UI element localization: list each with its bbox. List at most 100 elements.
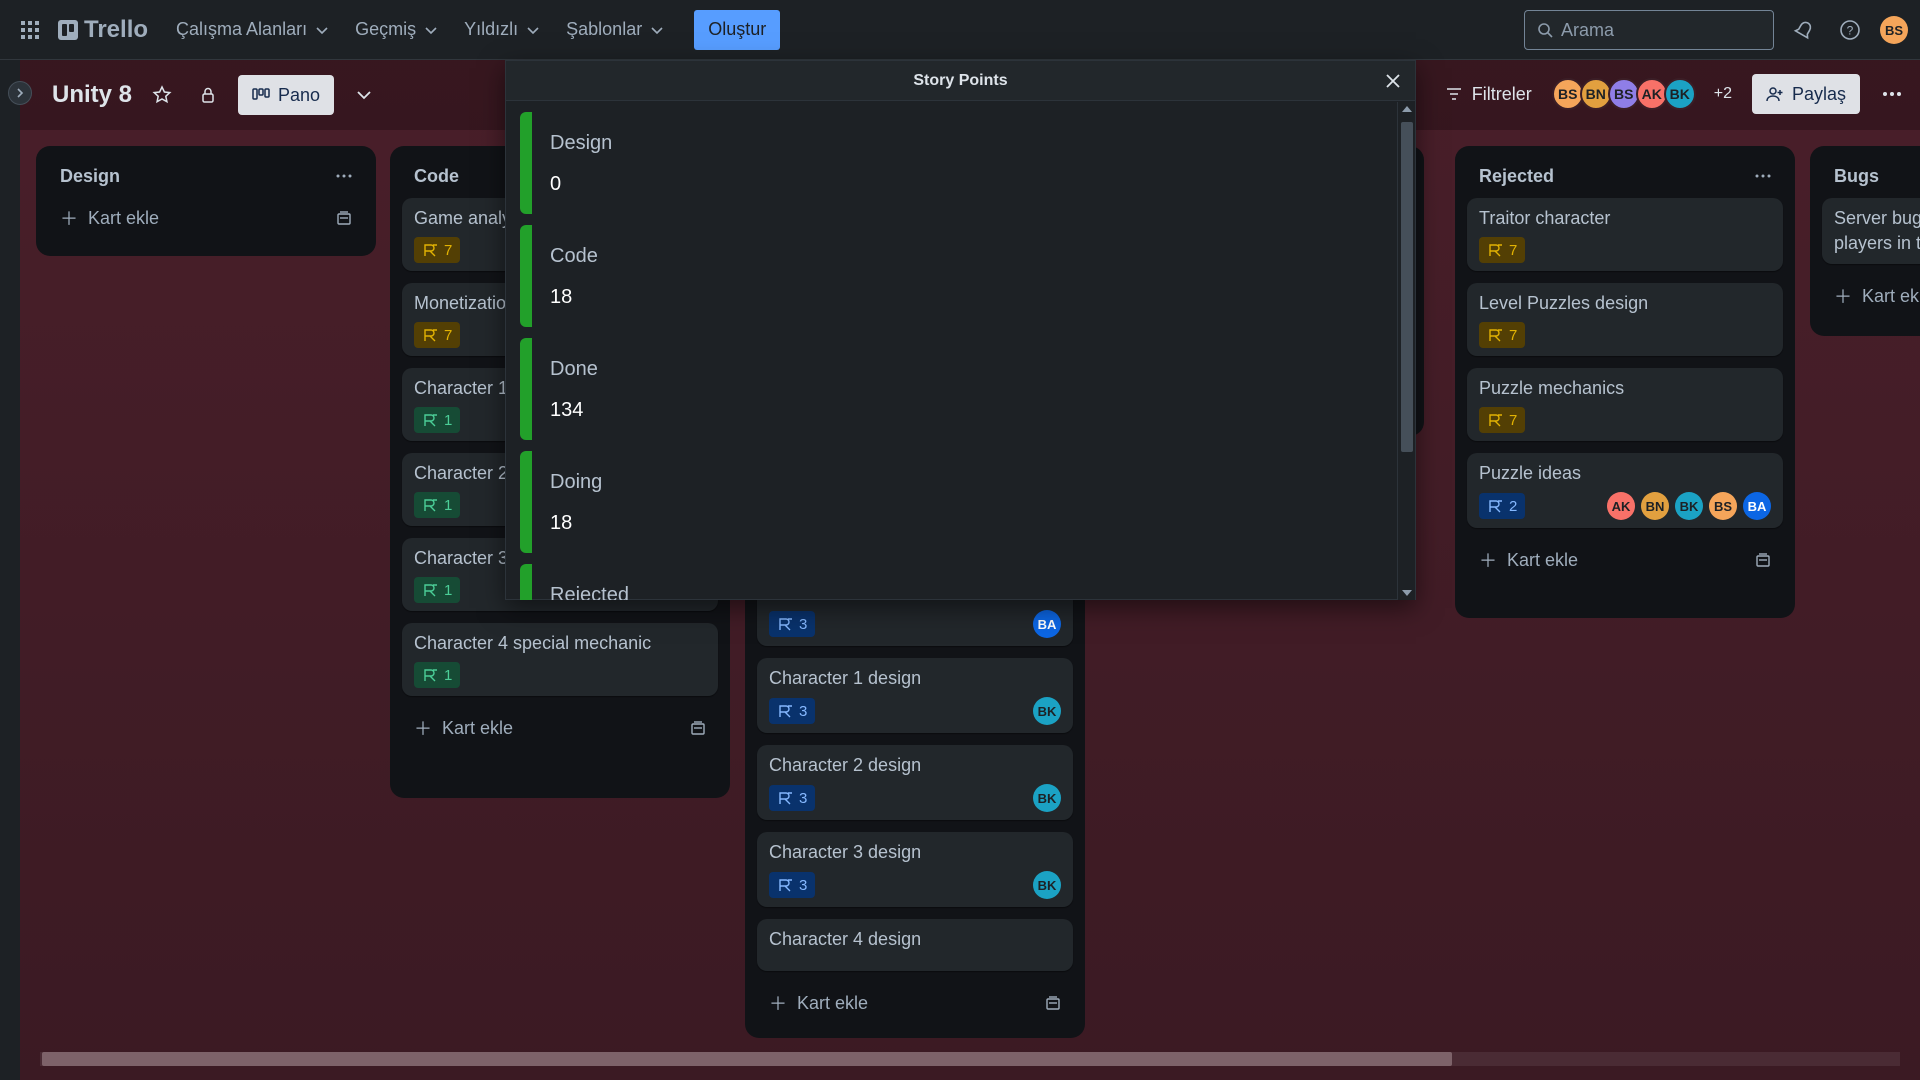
- card-title-line-2: players in t: [1834, 233, 1920, 253]
- board-view-button[interactable]: Pano: [238, 75, 335, 115]
- expand-sidebar-button[interactable]: [8, 81, 32, 105]
- story-points-icon: [779, 879, 792, 892]
- create-button[interactable]: Oluştur: [694, 9, 781, 50]
- apps-grid-icon[interactable]: [12, 12, 48, 48]
- plus-icon: ＋: [414, 719, 432, 739]
- menu-starred[interactable]: Yıldızlı: [454, 10, 550, 50]
- story-points-icon: [424, 329, 437, 342]
- card-member-avatar[interactable]: BK: [1675, 492, 1703, 520]
- card[interactable]: Level Puzzles design 7: [1467, 283, 1783, 356]
- card[interactable]: Character 3 design 3 BK: [757, 832, 1073, 907]
- card-member-avatar[interactable]: BK: [1033, 784, 1061, 812]
- member-avatar[interactable]: BS: [1607, 78, 1640, 110]
- card-member-avatar[interactable]: BK: [1033, 871, 1061, 899]
- card-title: Level Puzzles design: [1479, 293, 1649, 313]
- trello-logo[interactable]: Trello: [58, 16, 148, 44]
- points-value: 3: [799, 789, 808, 807]
- points-value: 1: [444, 581, 453, 599]
- scrollbar-thumb[interactable]: [1401, 122, 1413, 452]
- story-points-badge: 3: [769, 611, 816, 637]
- notifications-bell-icon[interactable]: [1788, 14, 1820, 46]
- close-icon[interactable]: [1381, 69, 1405, 93]
- card[interactable]: Server bug players in t: [1822, 198, 1920, 264]
- list-name: Design: [550, 132, 613, 154]
- status-bar: [520, 112, 532, 214]
- scroll-up-arrow-icon[interactable]: [1402, 106, 1412, 112]
- card[interactable]: Character 1 design 3 BK: [757, 658, 1073, 733]
- lock-icon[interactable]: [192, 79, 224, 111]
- scrollbar-thumb[interactable]: [42, 1052, 1452, 1066]
- modal-title: Story Points: [913, 71, 1008, 89]
- list-title[interactable]: Bugs: [1834, 166, 1879, 187]
- card-member-avatar[interactable]: BN: [1641, 492, 1669, 520]
- board-horizontal-scrollbar[interactable]: [20, 1048, 1920, 1068]
- more-members-count[interactable]: +2: [1714, 85, 1732, 103]
- chevron-down-icon: [527, 26, 539, 34]
- board-members[interactable]: BS BN BS AK BK: [1551, 78, 1696, 110]
- help-icon[interactable]: ?: [1834, 14, 1866, 46]
- plus-icon: ＋: [1479, 551, 1497, 571]
- user-avatar[interactable]: BS: [1880, 16, 1908, 44]
- add-card-button[interactable]: ＋ Kart ekle: [1467, 540, 1783, 580]
- more-options-icon[interactable]: [1876, 78, 1908, 110]
- collapsed-sidebar: [0, 60, 20, 1080]
- story-points-badge: 3: [769, 785, 816, 811]
- list-title[interactable]: Code: [414, 166, 459, 187]
- card-member-avatar[interactable]: BA: [1033, 610, 1061, 638]
- card-member-avatar[interactable]: BS: [1709, 492, 1737, 520]
- star-icon[interactable]: [146, 79, 178, 111]
- board-title[interactable]: Unity 8: [52, 81, 132, 109]
- list-rejected: Rejected Traitor character 7 Level Puzzl…: [1455, 146, 1795, 618]
- add-card-button[interactable]: ＋ Kart ekle: [48, 198, 364, 238]
- card-template-icon[interactable]: [1755, 552, 1771, 568]
- list-title[interactable]: Design: [60, 166, 120, 187]
- status-bar: [520, 225, 532, 327]
- list-header: Bugs: [1822, 154, 1908, 198]
- plus-icon: ＋: [769, 994, 787, 1014]
- story-points-modal: Story Points Design 0 Code 18 Done 134 D…: [505, 60, 1416, 600]
- story-points-icon: [424, 244, 437, 257]
- list-menu-icon[interactable]: [336, 174, 352, 178]
- card[interactable]: Character 2 design 3 BK: [757, 745, 1073, 820]
- add-card-button[interactable]: ＋ Kart ekle: [1822, 276, 1920, 316]
- modal-scrollbar[interactable]: [1397, 102, 1415, 600]
- card[interactable]: Character 4 special mechanic 1: [402, 623, 718, 696]
- add-card-button[interactable]: ＋ Kart ekle: [402, 708, 718, 748]
- chevron-down-icon[interactable]: [348, 79, 380, 111]
- card-member-avatar[interactable]: BA: [1743, 492, 1771, 520]
- list-menu-icon[interactable]: [1755, 174, 1771, 178]
- filters-button[interactable]: Filtreler: [1446, 84, 1532, 105]
- card[interactable]: Character 4 design: [757, 919, 1073, 971]
- card-template-icon[interactable]: [690, 720, 706, 736]
- member-avatar[interactable]: BS: [1551, 78, 1584, 110]
- points-value: 1: [444, 666, 453, 684]
- points-value: 3: [799, 876, 808, 894]
- list-header: Rejected: [1467, 154, 1783, 198]
- member-avatar[interactable]: AK: [1635, 78, 1668, 110]
- share-button[interactable]: Paylaş: [1751, 74, 1860, 114]
- list-title[interactable]: Rejected: [1479, 166, 1554, 187]
- card-template-icon[interactable]: [1045, 995, 1061, 1011]
- filters-label: Filtreler: [1471, 83, 1532, 104]
- card[interactable]: Puzzle mechanics 7: [1467, 368, 1783, 441]
- card-member-avatar[interactable]: AK: [1607, 492, 1635, 520]
- scroll-down-arrow-icon[interactable]: [1402, 590, 1412, 596]
- plus-icon: ＋: [60, 209, 78, 229]
- card[interactable]: Puzzle ideas 2 AK BN BK BS BA: [1467, 453, 1783, 528]
- add-card-button[interactable]: ＋ Kart ekle: [757, 983, 1073, 1023]
- status-bar: [520, 338, 532, 440]
- menu-templates[interactable]: Şablonlar: [556, 10, 674, 50]
- points-value: 3: [799, 702, 808, 720]
- card-member-avatar[interactable]: BK: [1033, 697, 1061, 725]
- menu-workspaces[interactable]: Çalışma Alanları: [166, 10, 339, 50]
- card-template-icon[interactable]: [336, 210, 352, 226]
- search-placeholder: Arama: [1561, 19, 1615, 40]
- card-title: Traitor character: [1479, 208, 1611, 228]
- member-avatar[interactable]: BK: [1663, 78, 1696, 110]
- menu-recent[interactable]: Geçmiş: [345, 10, 448, 50]
- points-total: 0: [550, 173, 562, 195]
- member-avatar[interactable]: BN: [1579, 78, 1612, 110]
- card[interactable]: Traitor character 7: [1467, 198, 1783, 271]
- search-input[interactable]: Arama: [1524, 10, 1774, 50]
- story-points-icon: [779, 705, 792, 718]
